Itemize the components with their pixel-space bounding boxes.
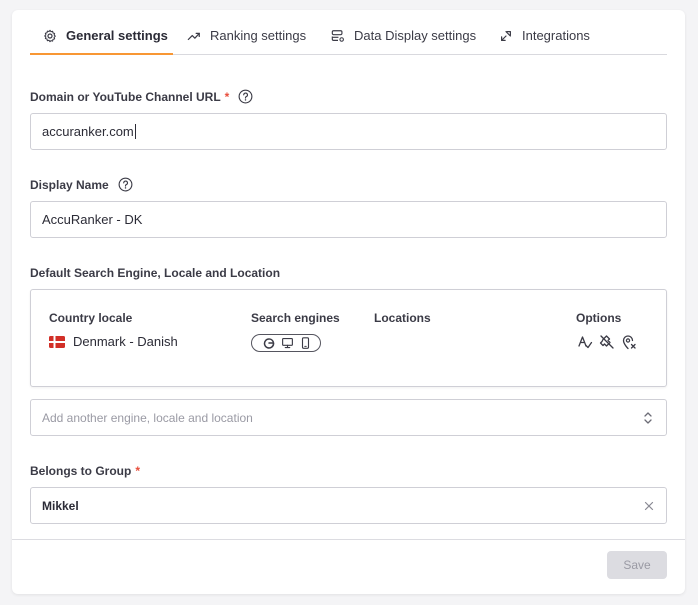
tab-label: Data Display settings bbox=[354, 28, 477, 43]
display-name-label: Display Name bbox=[30, 177, 133, 192]
close-icon[interactable] bbox=[643, 500, 655, 512]
help-icon[interactable] bbox=[238, 89, 253, 104]
chevron-up-down-icon bbox=[644, 412, 652, 424]
ignore-local-pack-icon[interactable] bbox=[599, 334, 615, 350]
footer-divider bbox=[12, 539, 685, 540]
add-engine-select[interactable]: Add another engine, locale and location bbox=[30, 399, 667, 436]
domain-value: accuranker.com bbox=[42, 124, 134, 139]
text-cursor bbox=[134, 124, 136, 139]
settings-card: General settings Ranking settings Data D… bbox=[12, 10, 685, 594]
tab-label: Ranking settings bbox=[210, 28, 307, 43]
active-tab-indicator bbox=[30, 53, 173, 55]
locale-cell: Denmark - Danish bbox=[49, 334, 178, 349]
options-icons bbox=[577, 334, 637, 350]
group-select[interactable]: Mikkel bbox=[30, 487, 667, 524]
tab-integrations[interactable]: Integrations bbox=[499, 28, 590, 54]
domain-label: Domain or YouTube Channel URL * bbox=[30, 89, 253, 104]
integration-arrows-icon bbox=[501, 31, 511, 41]
required-mark: * bbox=[224, 89, 230, 104]
save-button[interactable]: Save bbox=[607, 551, 667, 579]
mobile-icon bbox=[301, 337, 309, 349]
display-name-input[interactable]: AccuRanker - DK bbox=[30, 201, 667, 238]
tab-label: General settings bbox=[66, 28, 168, 43]
help-icon[interactable] bbox=[118, 177, 133, 192]
locations-header: Locations bbox=[374, 311, 431, 325]
denmark-flag-icon bbox=[49, 335, 65, 348]
add-engine-placeholder: Add another engine, locale and location bbox=[42, 410, 253, 425]
settings-tabs: General settings Ranking settings Data D… bbox=[30, 10, 667, 55]
tab-ranking-settings[interactable]: Ranking settings bbox=[187, 28, 306, 54]
group-value: Mikkel bbox=[42, 498, 79, 513]
search-engines-header: Search engines bbox=[251, 311, 340, 325]
gear-icon bbox=[44, 29, 56, 43]
location-off-icon[interactable] bbox=[621, 334, 637, 350]
country-locale-header: Country locale bbox=[49, 311, 133, 325]
search-engines-badge bbox=[251, 334, 321, 352]
trending-up-icon bbox=[187, 32, 200, 41]
options-header: Options bbox=[576, 311, 622, 325]
required-mark: * bbox=[135, 464, 140, 478]
domain-input[interactable]: accuranker.com bbox=[30, 113, 667, 150]
group-label: Belongs to Group * bbox=[30, 464, 140, 478]
tab-data-display-settings[interactable]: Data Display settings bbox=[331, 28, 476, 54]
desktop-icon bbox=[282, 337, 293, 349]
search-section-label: Default Search Engine, Locale and Locati… bbox=[30, 266, 281, 280]
autocorrect-icon[interactable] bbox=[577, 334, 593, 350]
tab-general-settings[interactable]: General settings bbox=[43, 28, 168, 54]
locale-value: Denmark - Danish bbox=[73, 334, 178, 349]
google-icon bbox=[263, 338, 274, 349]
display-name-value: AccuRanker - DK bbox=[42, 212, 143, 227]
tab-label: Integrations bbox=[522, 28, 590, 43]
database-settings-icon bbox=[331, 30, 344, 42]
engine-locale-table: Country locale Search engines Locations … bbox=[30, 289, 667, 387]
